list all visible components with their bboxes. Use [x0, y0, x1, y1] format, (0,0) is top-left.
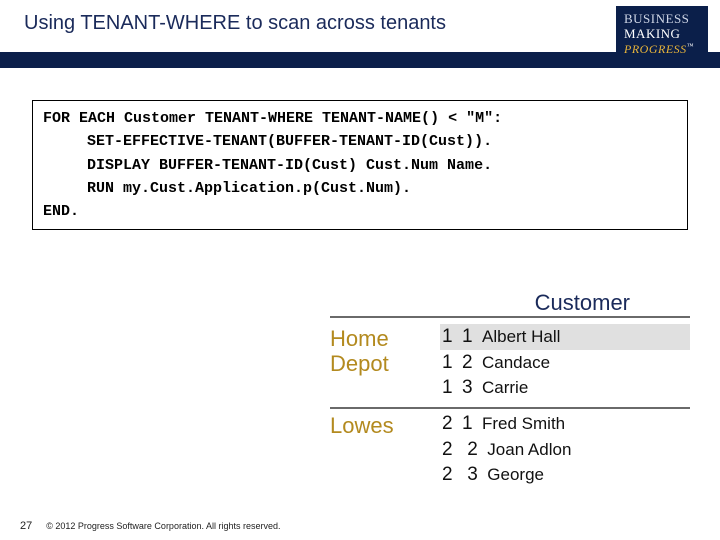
tenant-block: Lowes 21Fred Smith 2 2Joan Adlon 2 3Geor…: [330, 407, 690, 494]
cell-tid: 2: [442, 411, 462, 437]
trademark-symbol: ™: [687, 42, 694, 50]
cell-num: 3: [467, 462, 487, 488]
brand-logo: BUSINESS MAKING PROGRESS™: [616, 6, 708, 62]
tenant-name: Lowes: [330, 411, 440, 438]
cell-tid: 2: [442, 437, 462, 463]
code-box: FOR EACH Customer TENANT-WHERE TENANT-NA…: [32, 100, 688, 230]
cell-tid: 1: [442, 324, 462, 350]
table-row: 2 3George: [440, 462, 690, 488]
logo-line: BUSINESS: [624, 12, 700, 27]
footer: 27 © 2012 Progress Software Corporation.…: [20, 520, 281, 532]
table-row: 11Albert Hall: [440, 324, 690, 350]
cell-name: Albert Hall: [482, 327, 560, 346]
tenant-name: Home Depot: [330, 324, 440, 377]
cell-num: 2: [462, 350, 482, 376]
copyright-text: © 2012 Progress Software Corporation. Al…: [46, 521, 280, 531]
logo-line: PROGRESS: [624, 42, 687, 56]
code-line: FOR EACH Customer TENANT-WHERE TENANT-NA…: [43, 107, 677, 130]
table-heading: Customer: [330, 290, 690, 318]
header-bar: [0, 52, 720, 68]
page-number: 27: [20, 520, 32, 532]
tenant-block: Home Depot 11Albert Hall 12Candace 13Car…: [330, 322, 690, 407]
cell-num: 3: [462, 375, 482, 401]
customer-table: Customer Home Depot 11Albert Hall 12Cand…: [330, 290, 690, 494]
cell-name: Candace: [482, 353, 550, 372]
code-line: RUN my.Cust.Application.p(Cust.Num).: [43, 177, 677, 200]
cell-name: Fred Smith: [482, 414, 565, 433]
code-line: SET-EFFECTIVE-TENANT(BUFFER-TENANT-ID(Cu…: [43, 130, 677, 153]
code-line: END.: [43, 200, 677, 223]
cell-tid: 1: [442, 350, 462, 376]
tenant-rows: 21Fred Smith 2 2Joan Adlon 2 3George: [440, 411, 690, 488]
cell-name: Joan Adlon: [487, 440, 571, 459]
slide-header: Using TENANT-WHERE to scan across tenant…: [0, 0, 720, 52]
logo-line: MAKING: [624, 27, 700, 42]
cell-name: Carrie: [482, 378, 528, 397]
code-line: DISPLAY BUFFER-TENANT-ID(Cust) Cust.Num …: [43, 154, 677, 177]
table-row: 12Candace: [440, 350, 690, 376]
table-row: 13Carrie: [440, 375, 690, 401]
cell-num: 1: [462, 324, 482, 350]
code-block: FOR EACH Customer TENANT-WHERE TENANT-NA…: [32, 100, 688, 230]
cell-tid: 1: [442, 375, 462, 401]
cell-name: George: [487, 465, 544, 484]
tenant-rows: 11Albert Hall 12Candace 13Carrie: [440, 324, 690, 401]
cell-num: 1: [462, 411, 482, 437]
cell-tid: 2: [442, 462, 462, 488]
table-row: 2 2Joan Adlon: [440, 437, 690, 463]
table-row: 21Fred Smith: [440, 411, 690, 437]
cell-num: 2: [467, 437, 487, 463]
